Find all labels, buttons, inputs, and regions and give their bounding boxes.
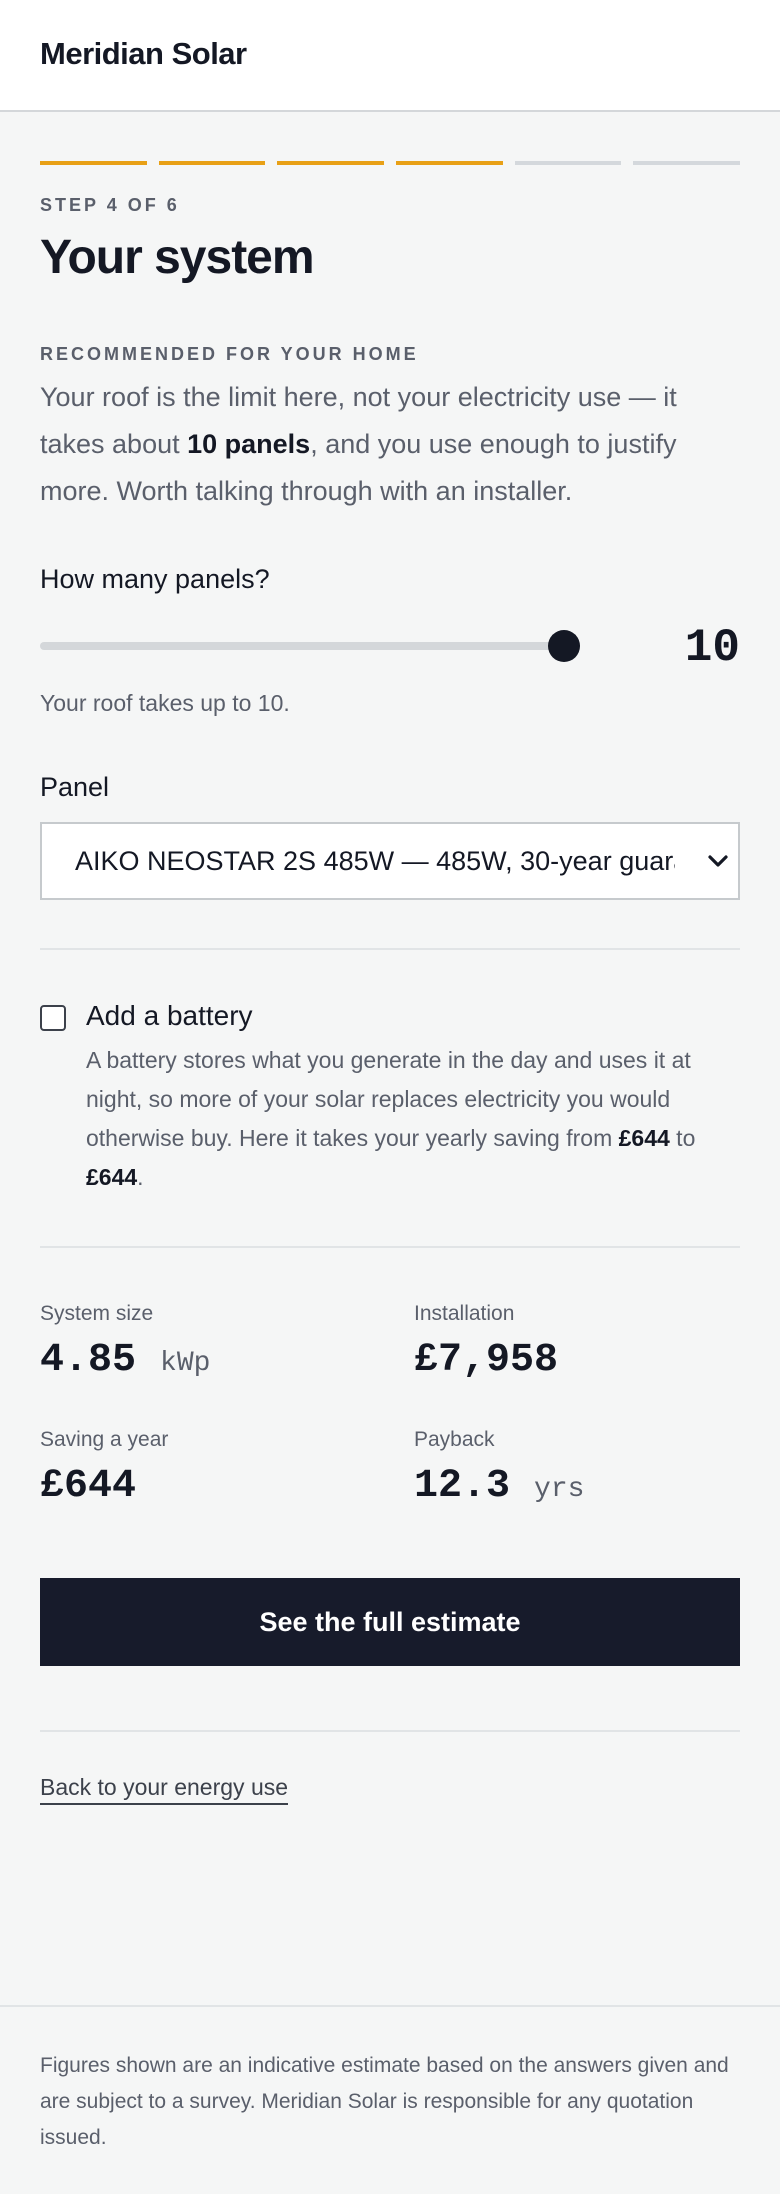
progress-segment-6 — [633, 161, 741, 165]
battery-title[interactable]: Add a battery — [86, 1000, 253, 1032]
battery-description: A battery stores what you generate in th… — [86, 1041, 746, 1197]
saving-value: £644 — [40, 1464, 137, 1509]
back-link[interactable]: Back to your energy use — [40, 1774, 289, 1805]
step-indicator: STEP 4 OF 6 — [40, 195, 180, 215]
system-size-number: 4.85 — [40, 1338, 137, 1383]
payback-number: 12.3 — [414, 1464, 511, 1509]
section-divider — [40, 1246, 740, 1248]
battery-desc-text: A battery stores what you generate in th… — [86, 1047, 691, 1151]
recommendation-text: Your roof is the limit here, not your el… — [40, 374, 740, 515]
footer-disclaimer: Figures shown are an indicative estimate… — [40, 2054, 729, 2149]
panel-count-slider[interactable] — [40, 630, 580, 662]
panel-model-select[interactable]: AIKO NEOSTAR 2S 485W — 485W, 30-year gua… — [40, 822, 740, 900]
panel-count-hint: Your roof takes up to 10. — [40, 690, 290, 716]
saving-label: Saving a year — [40, 1428, 169, 1451]
battery-checkbox[interactable] — [40, 1005, 66, 1031]
installation-value: £7,958 — [414, 1338, 559, 1383]
see-full-estimate-button[interactable]: See the full estimate — [40, 1578, 740, 1666]
battery-desc-mid: to — [669, 1125, 696, 1151]
installation-label: Installation — [414, 1302, 515, 1325]
panel-select-label: Panel — [40, 772, 110, 802]
payback-label: Payback — [414, 1428, 495, 1451]
payback-unit: yrs — [534, 1474, 585, 1505]
progress-segment-1 — [40, 161, 147, 165]
panel-select-value[interactable]: AIKO NEOSTAR 2S 485W — 485W, 30-year gua… — [75, 846, 675, 877]
system-size-unit: kWp — [160, 1348, 211, 1379]
slider-track[interactable] — [40, 642, 580, 650]
panel-count-label: How many panels? — [40, 564, 270, 594]
system-size-label: System size — [40, 1302, 154, 1325]
progress-segment-2 — [158, 161, 266, 165]
system-size-value: 4.85 kWp — [40, 1338, 210, 1383]
payback-value: 12.3 yrs — [414, 1464, 584, 1509]
recommended-panel-count: 10 panels — [187, 429, 311, 459]
battery-saving-to: £644 — [86, 1164, 138, 1190]
footer-divider — [0, 2005, 780, 2007]
brand-logo[interactable]: Meridian Solar — [40, 36, 247, 72]
battery-desc-end: . — [137, 1164, 144, 1190]
panel-count-value: 10 — [684, 622, 740, 674]
slider-thumb[interactable] — [548, 630, 580, 662]
progress-segment-3 — [277, 161, 385, 165]
chevron-down-icon[interactable] — [706, 846, 730, 876]
section-divider — [40, 948, 740, 950]
page-title: Your system — [40, 231, 315, 284]
recommendation-label: RECOMMENDED FOR YOUR HOME — [40, 344, 419, 364]
step-progress — [40, 161, 741, 165]
progress-segment-5 — [514, 161, 622, 165]
progress-segment-4 — [396, 161, 503, 165]
section-divider — [40, 1730, 740, 1732]
battery-saving-from: £644 — [618, 1125, 670, 1151]
site-header: Meridian Solar — [0, 0, 780, 112]
